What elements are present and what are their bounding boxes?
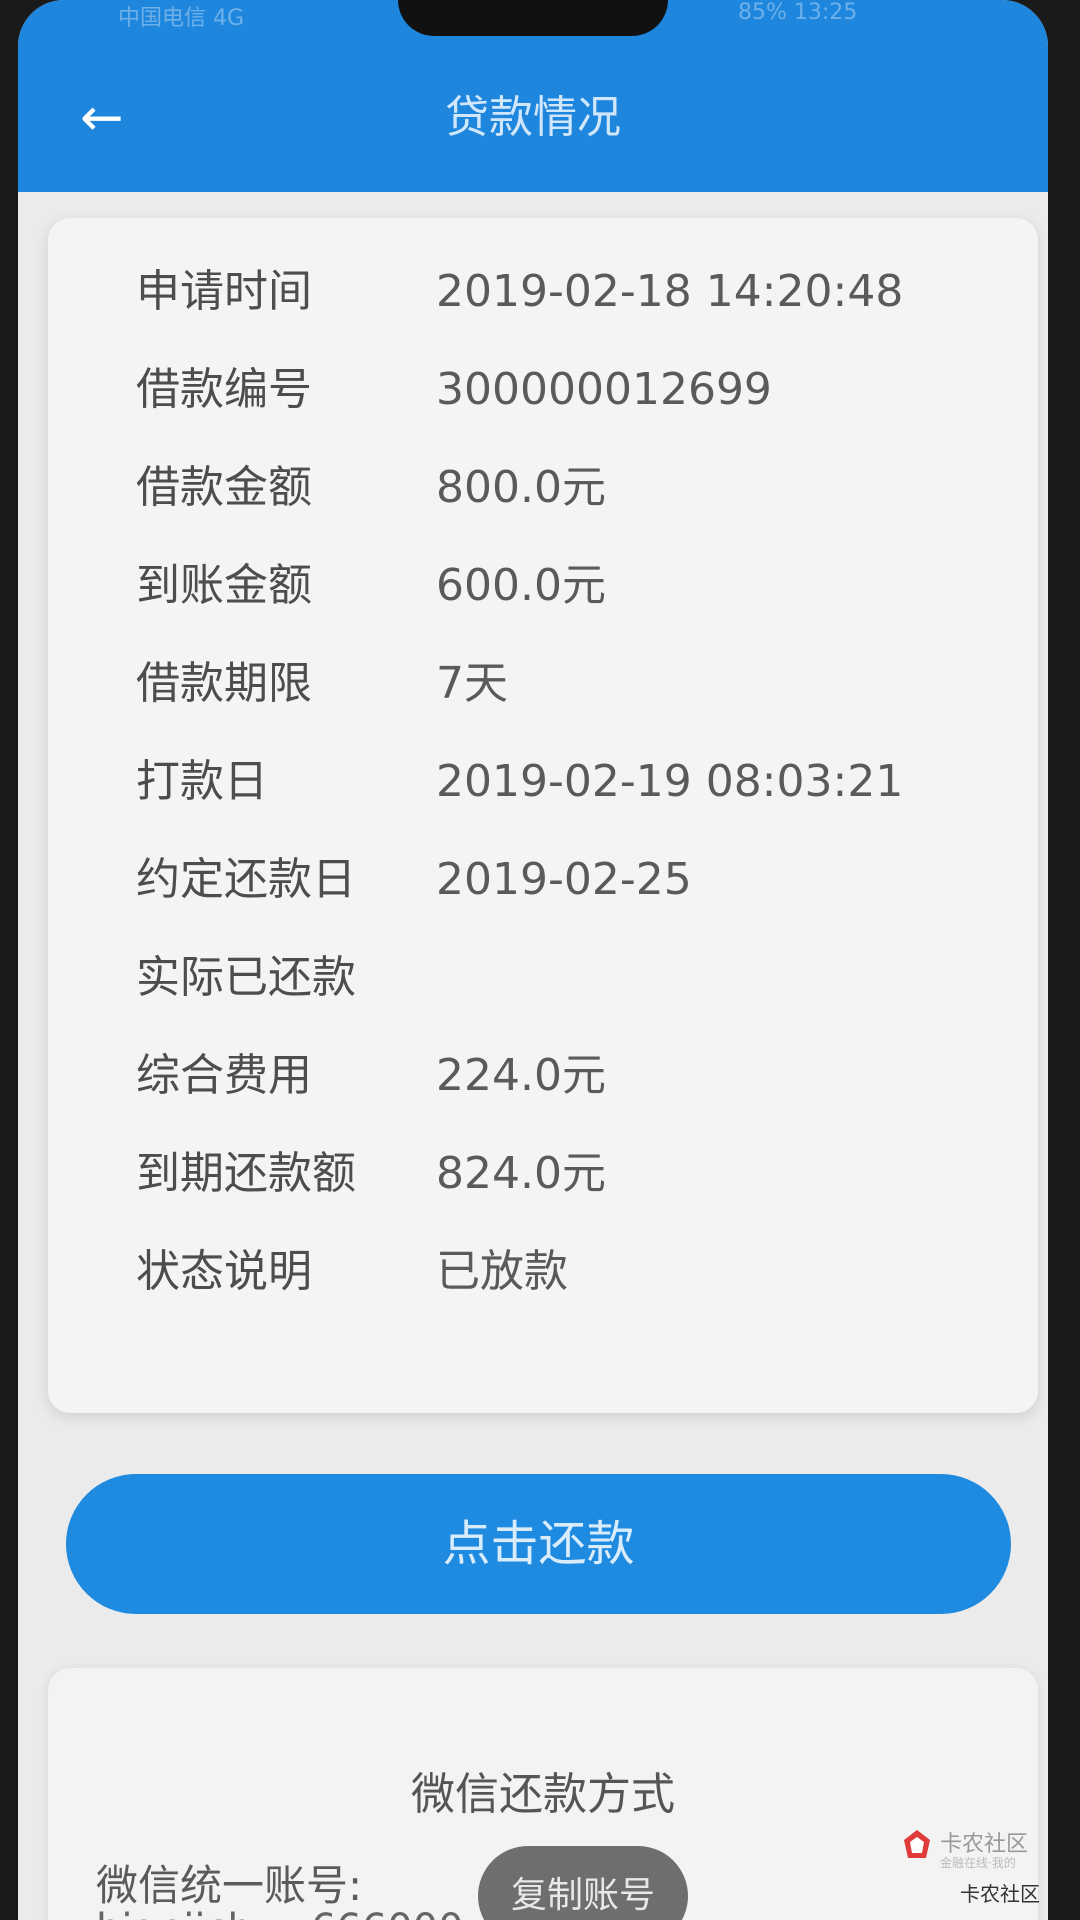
detail-value: 800.0元 bbox=[436, 462, 606, 513]
repay-button[interactable]: 点击还款 bbox=[66, 1474, 1011, 1614]
detail-value: 已放款 bbox=[436, 1246, 568, 1297]
loan-details-card: 申请时间 2019-02-18 14:20:48 借款编号 3000000126… bbox=[48, 218, 1038, 1413]
detail-label: 综合费用 bbox=[136, 1050, 312, 1101]
detail-label: 申请时间 bbox=[136, 266, 312, 317]
detail-label: 到期还款额 bbox=[136, 1148, 356, 1199]
detail-label: 借款编号 bbox=[136, 364, 312, 415]
wechat-account-label: 微信统一账号: bbox=[96, 1861, 363, 1910]
wechat-repay-title: 微信还款方式 bbox=[411, 1769, 675, 1820]
detail-label: 状态说明 bbox=[136, 1246, 312, 1297]
detail-value: 2019-02-19 08:03:21 bbox=[436, 756, 904, 807]
copy-account-button[interactable]: 复制账号 bbox=[478, 1846, 688, 1920]
status-time: 85% 13:25 bbox=[738, 0, 858, 25]
detail-label: 借款金额 bbox=[136, 462, 312, 513]
detail-value: 2019-02-25 bbox=[436, 854, 692, 905]
detail-value: 2019-02-18 14:20:48 bbox=[436, 266, 904, 317]
watermark-name-2: 卡农社区 bbox=[960, 1882, 1040, 1906]
status-carrier: 中国电信 4G bbox=[118, 6, 245, 31]
app-header: 中国电信 4G 85% 13:25 ← 贷款情况 bbox=[18, 0, 1048, 192]
wechat-account-id: hiqniichuw666000 bbox=[96, 1906, 464, 1920]
detail-label: 约定还款日 bbox=[136, 854, 356, 905]
watermark: 卡农社区 金融在线·我的 卡农社区 bbox=[900, 1826, 1070, 1910]
detail-label: 实际已还款 bbox=[136, 952, 356, 1003]
watermark-subtitle: 金融在线·我的 bbox=[940, 1856, 1016, 1870]
detail-label: 借款期限 bbox=[136, 658, 312, 709]
camera-notch bbox=[398, 0, 668, 36]
detail-label: 打款日 bbox=[136, 756, 268, 807]
detail-value: 7天 bbox=[436, 658, 508, 709]
detail-value: 224.0元 bbox=[436, 1050, 606, 1101]
detail-value: 824.0元 bbox=[436, 1148, 606, 1199]
phone-screen: 中国电信 4G 85% 13:25 ← 贷款情况 申请时间 2019-02-18… bbox=[18, 0, 1048, 1920]
wechat-repay-card: 微信还款方式 微信统一账号: hiqniichuw666000 复制账号 bbox=[48, 1668, 1038, 1920]
page-title: 贷款情况 bbox=[445, 92, 621, 143]
detail-value: 600.0元 bbox=[436, 560, 606, 611]
kanong-logo-icon bbox=[904, 1830, 930, 1858]
detail-value: 300000012699 bbox=[436, 364, 772, 415]
detail-label: 到账金额 bbox=[136, 560, 312, 611]
